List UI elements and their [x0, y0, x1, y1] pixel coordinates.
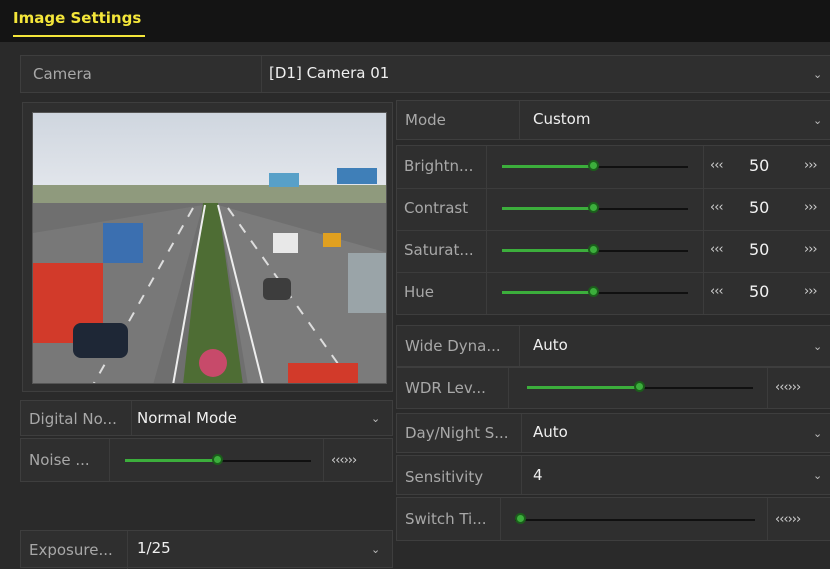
- adjustment-label: Saturat...: [404, 241, 474, 259]
- mode-row[interactable]: Mode Custom ⌄: [396, 100, 830, 140]
- chevron-down-icon[interactable]: ⌄: [371, 543, 380, 556]
- page-title: Image Settings: [13, 9, 142, 27]
- digital-noise-label: Digital No...: [29, 410, 117, 428]
- camera-label: Camera: [33, 65, 92, 83]
- adjustment-label: Hue: [404, 283, 435, 301]
- wdr-level-label: WDR Lev...: [405, 379, 486, 397]
- stepper-arrows[interactable]: ‹‹‹›››: [775, 512, 801, 527]
- chevron-down-icon[interactable]: ⌄: [813, 68, 822, 81]
- title-underline: [13, 35, 145, 37]
- exposure-select[interactable]: 1/25: [137, 539, 171, 557]
- slider-knob[interactable]: [588, 202, 599, 213]
- adjustment-row: Brightn... ‹‹‹ 50 ›››: [396, 145, 830, 187]
- camera-preview-image: [32, 112, 387, 384]
- divider: [521, 414, 522, 452]
- divider: [500, 498, 501, 540]
- adjustment-row: Hue ‹‹‹ 50 ›››: [396, 271, 830, 313]
- adjustment-label: Brightn...: [404, 157, 474, 175]
- adjustment-value: 50: [749, 240, 770, 259]
- divider: [323, 439, 324, 481]
- chevron-down-icon[interactable]: ⌄: [813, 114, 822, 127]
- divider: [519, 326, 520, 366]
- chevron-down-icon[interactable]: ⌄: [813, 469, 822, 482]
- decrease-button[interactable]: ‹‹‹: [710, 242, 724, 257]
- stepper-arrows[interactable]: ‹‹‹›››: [775, 380, 801, 395]
- divider: [261, 56, 262, 92]
- adjustment-row: Contrast ‹‹‹ 50 ›››: [396, 187, 830, 229]
- slider-fill: [527, 386, 640, 389]
- day-night-row[interactable]: Day/Night S... Auto ⌄: [396, 413, 830, 453]
- chevron-down-icon[interactable]: ⌄: [813, 427, 822, 440]
- exposure-row[interactable]: Exposure... 1/25 ⌄: [20, 530, 393, 569]
- slider-fill: [502, 291, 595, 294]
- stepper-arrows[interactable]: ‹‹‹›››: [331, 453, 357, 468]
- slider-knob[interactable]: [588, 160, 599, 171]
- increase-button[interactable]: ›››: [804, 158, 818, 173]
- slider-knob[interactable]: [588, 244, 599, 255]
- chevron-down-icon[interactable]: ⌄: [813, 340, 822, 353]
- adjustment-value: 50: [749, 156, 770, 175]
- slider-fill: [502, 165, 595, 168]
- adjustment-row: Saturat... ‹‹‹ 50 ›››: [396, 229, 830, 271]
- sensitivity-row[interactable]: Sensitivity 4 ⌄: [396, 455, 830, 495]
- mode-label: Mode: [405, 111, 446, 129]
- camera-row[interactable]: Camera [D1] Camera 01 ⌄: [20, 55, 830, 93]
- decrease-button[interactable]: ‹‹‹: [710, 284, 724, 299]
- divider: [767, 368, 768, 408]
- divider: [519, 101, 520, 139]
- adjustment-value: 50: [749, 282, 770, 301]
- switch-time-row: Switch Ti... ‹‹‹›››: [396, 497, 830, 541]
- mode-select[interactable]: Custom: [533, 110, 590, 128]
- divider: [131, 401, 132, 435]
- digital-noise-row[interactable]: Digital No... Normal Mode ⌄: [20, 400, 393, 436]
- wdr-level-row: WDR Lev... ‹‹‹›››: [396, 367, 830, 409]
- sensitivity-select[interactable]: 4: [533, 466, 543, 484]
- divider: [521, 456, 522, 494]
- chevron-down-icon[interactable]: ⌄: [371, 412, 380, 425]
- exposure-label: Exposure...: [29, 541, 113, 559]
- slider-knob[interactable]: [588, 286, 599, 297]
- wdr-select[interactable]: Auto: [533, 336, 568, 354]
- divider: [109, 439, 110, 481]
- digital-noise-select[interactable]: Normal Mode: [137, 409, 237, 427]
- day-night-select[interactable]: Auto: [533, 423, 568, 441]
- day-night-label: Day/Night S...: [405, 424, 509, 442]
- increase-button[interactable]: ›››: [804, 200, 818, 215]
- increase-button[interactable]: ›››: [804, 242, 818, 257]
- slider-fill: [125, 459, 218, 462]
- wdr-label: Wide Dyna...: [405, 337, 501, 355]
- wdr-row[interactable]: Wide Dyna... Auto ⌄: [396, 325, 830, 367]
- adjustment-label: Contrast: [404, 199, 469, 217]
- noise-level-label: Noise ...: [29, 451, 90, 469]
- slider-knob[interactable]: [515, 513, 526, 524]
- switch-time-slider[interactable]: [515, 519, 755, 521]
- increase-button[interactable]: ›››: [804, 284, 818, 299]
- slider-fill: [502, 249, 595, 252]
- decrease-button[interactable]: ‹‹‹: [710, 158, 724, 173]
- adjustment-value: 50: [749, 198, 770, 217]
- decrease-button[interactable]: ‹‹‹: [710, 200, 724, 215]
- slider-knob[interactable]: [212, 454, 223, 465]
- divider: [767, 498, 768, 540]
- sensitivity-label: Sensitivity: [405, 468, 484, 486]
- noise-level-row: Noise ... ‹‹‹›››: [20, 438, 393, 482]
- switch-time-label: Switch Ti...: [405, 510, 487, 528]
- divider: [508, 368, 509, 408]
- divider: [127, 531, 128, 569]
- slider-knob[interactable]: [634, 381, 645, 392]
- camera-select[interactable]: [D1] Camera 01: [269, 64, 389, 82]
- slider-fill: [502, 207, 595, 210]
